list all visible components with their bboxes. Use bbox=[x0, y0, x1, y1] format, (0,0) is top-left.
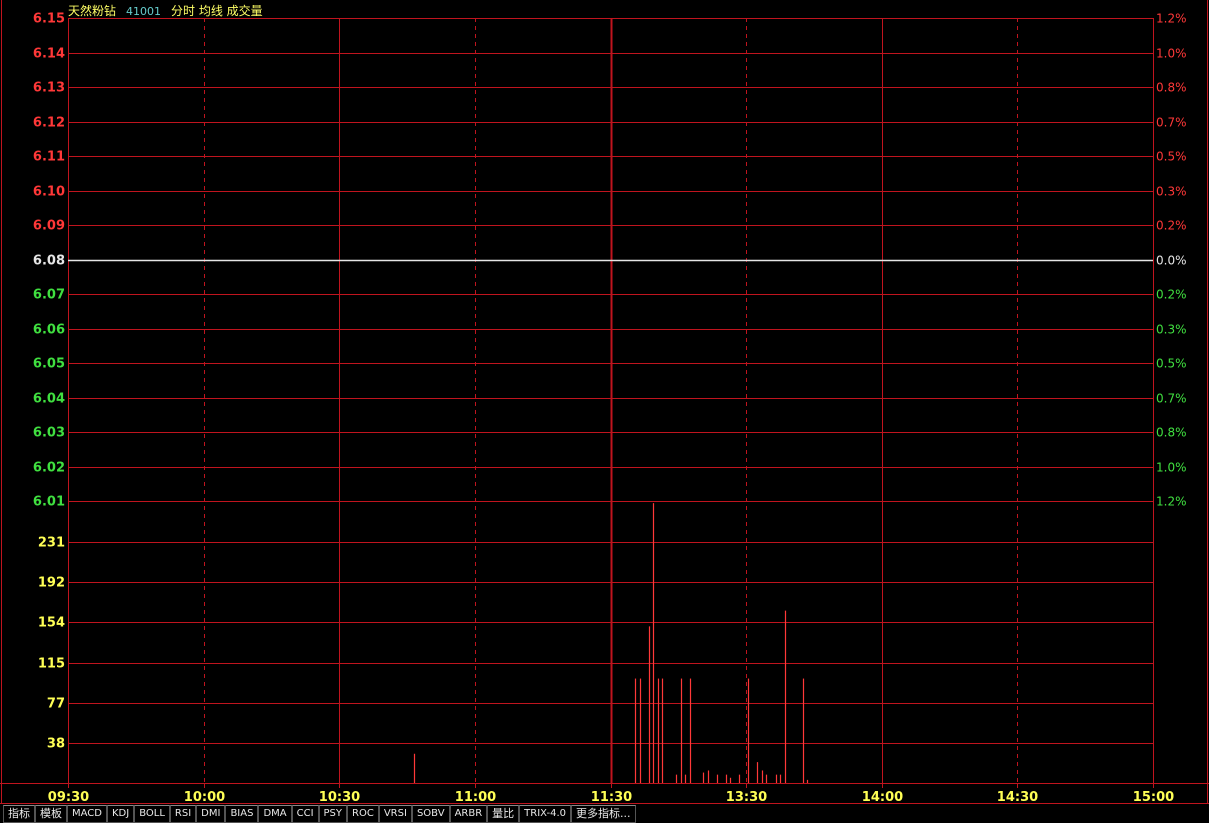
indicator-tab[interactable]: BIAS bbox=[225, 805, 259, 823]
price-tick-label: 6.03 bbox=[33, 426, 65, 441]
price-tick-label: 6.02 bbox=[33, 461, 65, 476]
volume-tick-label: 38 bbox=[47, 737, 65, 752]
time-tick-label: 09:30 bbox=[48, 790, 89, 805]
indicator-tab[interactable]: CCI bbox=[291, 805, 319, 823]
percent-tick-label: 0.8% bbox=[1156, 81, 1187, 95]
indicator-tab[interactable]: ROC bbox=[347, 805, 379, 823]
percent-axis-labels: 1.2% 1.0% 0.8% 0.7% 0.5% 0.3% 0.2% 0.0% 0.2% 0.3%… bbox=[1156, 12, 1187, 509]
percent-tick-label: 1.0% bbox=[1156, 461, 1187, 475]
indicator-tab[interactable]: 量比 bbox=[487, 805, 520, 823]
time-tick-label: 14:30 bbox=[997, 790, 1038, 805]
indicator-tab[interactable]: PSY bbox=[318, 805, 348, 823]
indicator-tab[interactable]: 更多指标... bbox=[571, 805, 636, 823]
percent-tick-label: 0.2% bbox=[1156, 219, 1187, 233]
percent-tick-label: 0.7% bbox=[1156, 392, 1187, 406]
indicator-tab-bar: 指标 模板 MACD KDJ BOLL RSI DMI BIAS DMA CCI PSY ROC VRS… bbox=[3, 805, 636, 823]
intraday-chart: 6.15 6.14 6.13 6.12 6.11 6.10 6.09 6.08 6.07 6.06… bbox=[0, 0, 1209, 805]
chart-header: 天然粉钻 41001 分时 均线 成交量 bbox=[68, 2, 263, 19]
indicator-tab[interactable]: 指标 bbox=[3, 805, 35, 823]
chart-indicator-tags: 分时 均线 成交量 bbox=[171, 4, 263, 18]
chart-grid bbox=[0, 0, 1209, 804]
indicator-tab[interactable]: RSI bbox=[169, 805, 197, 823]
volume-tick-label: 192 bbox=[38, 576, 65, 591]
indicator-tab[interactable]: MACD bbox=[67, 805, 107, 823]
price-tick-label: 6.14 bbox=[33, 47, 65, 62]
time-tick-label: 14:00 bbox=[862, 790, 903, 805]
volume-tick-label: 77 bbox=[47, 697, 65, 712]
price-tick-label: 6.05 bbox=[33, 357, 65, 372]
price-tick-label: 6.07 bbox=[33, 288, 65, 303]
time-tick-label: 10:00 bbox=[184, 790, 225, 805]
price-tick-label: 6.11 bbox=[33, 150, 65, 165]
price-tick-label: 6.06 bbox=[33, 323, 65, 338]
percent-tick-label: 1.2% bbox=[1156, 495, 1187, 509]
price-tick-label: 6.12 bbox=[33, 116, 65, 131]
volume-tick-label: 115 bbox=[38, 657, 65, 672]
price-tick-label: 6.10 bbox=[33, 185, 65, 200]
volume-axis-labels: 231 192 154 115 77 38 bbox=[38, 536, 65, 752]
indicator-tab[interactable]: TRIX-4.0 bbox=[519, 805, 572, 823]
price-tick-label: 6.09 bbox=[33, 219, 65, 234]
indicator-tab[interactable]: 模板 bbox=[35, 805, 67, 823]
time-tick-label: 13:30 bbox=[726, 790, 767, 805]
price-tick-label: 6.13 bbox=[33, 81, 65, 96]
indicator-tab[interactable]: BOLL bbox=[134, 805, 170, 823]
indicator-tab[interactable]: DMI bbox=[196, 805, 226, 823]
indicator-tab[interactable]: ARBR bbox=[449, 805, 488, 823]
percent-tick-label: 1.2% bbox=[1156, 12, 1187, 26]
percent-tick-label: 0.3% bbox=[1156, 185, 1187, 199]
percent-tick-label: 0.5% bbox=[1156, 150, 1187, 164]
volume-tick-label: 231 bbox=[38, 536, 65, 551]
price-axis-labels: 6.15 6.14 6.13 6.12 6.11 6.10 6.09 6.08 6.07 6.06… bbox=[33, 12, 65, 510]
time-tick-label: 10:30 bbox=[319, 790, 360, 805]
percent-tick-label: 0.8% bbox=[1156, 426, 1187, 440]
indicator-tab[interactable]: KDJ bbox=[106, 805, 135, 823]
price-tick-label: 6.01 bbox=[33, 495, 65, 510]
time-tick-label: 15:00 bbox=[1133, 790, 1174, 805]
percent-tick-label: 1.0% bbox=[1156, 47, 1187, 61]
time-axis-labels: 09:30 10:00 10:30 11:00 11:30 13:30 14:00 14:30… bbox=[48, 790, 1174, 805]
indicator-tab[interactable]: DMA bbox=[258, 805, 292, 823]
indicator-tab[interactable]: SOBV bbox=[411, 805, 450, 823]
price-tick-label: 6.04 bbox=[33, 392, 65, 407]
percent-tick-label: 0.2% bbox=[1156, 288, 1187, 302]
indicator-tab[interactable]: VRSI bbox=[378, 805, 412, 823]
instrument-name: 天然粉钻 bbox=[68, 4, 117, 18]
percent-tick-label: 0.3% bbox=[1156, 323, 1187, 337]
instrument-code: 41001 bbox=[126, 5, 162, 18]
percent-tick-label: 0.5% bbox=[1156, 357, 1187, 371]
price-tick-label: 6.08 bbox=[33, 254, 65, 269]
percent-tick-label: 0.7% bbox=[1156, 116, 1187, 130]
volume-tick-label: 154 bbox=[38, 616, 65, 631]
percent-tick-label: 0.0% bbox=[1156, 254, 1187, 268]
time-tick-label: 11:00 bbox=[455, 790, 496, 805]
time-tick-label: 11:30 bbox=[591, 790, 632, 805]
price-tick-label: 6.15 bbox=[33, 12, 65, 27]
